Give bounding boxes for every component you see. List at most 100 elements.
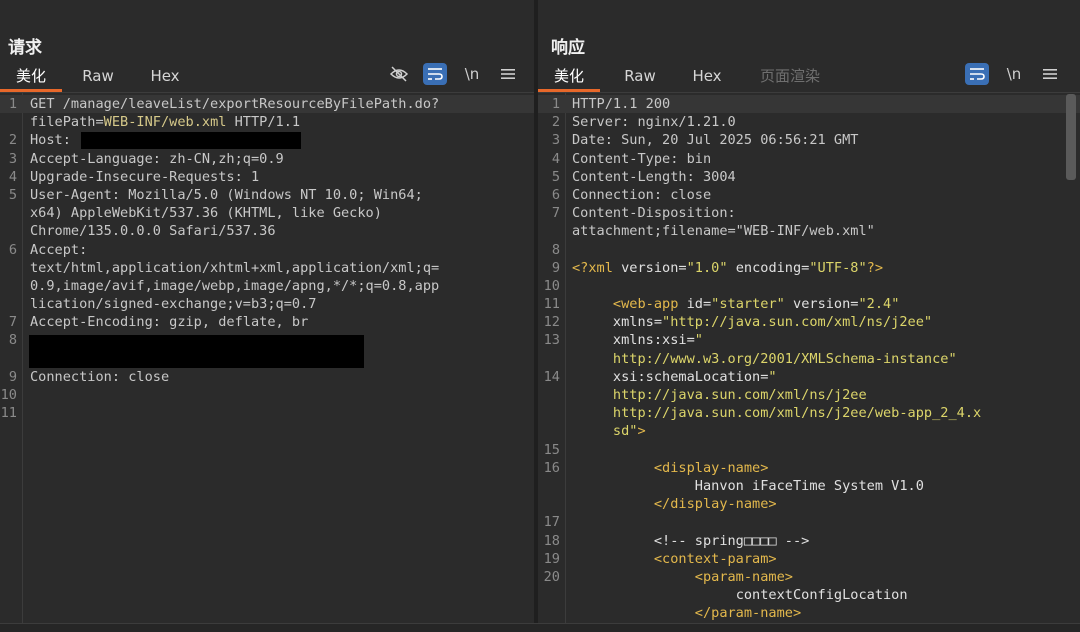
line-text: Accept-Language: zh-CN,zh;q=0.9 — [30, 150, 284, 167]
line-number: 20 — [543, 568, 560, 585]
hamburger-icon[interactable] — [496, 63, 520, 85]
code-line: attachment;filename="WEB-INF/web.xml" — [538, 222, 1080, 240]
line-number: 6 — [8, 241, 17, 258]
tab-raw[interactable]: Raw — [70, 66, 126, 92]
token: </display-name> — [653, 496, 777, 513]
code-line: 11 — [0, 404, 534, 422]
wrap-icon[interactable] — [965, 63, 989, 85]
code-line: 19 <context-param> — [538, 550, 1080, 568]
tab-hex[interactable]: Hex — [680, 66, 734, 92]
tab-raw[interactable]: Raw — [612, 66, 668, 92]
line-number: 1 — [8, 96, 17, 112]
code-line: 7 Accept-Encoding: gzip, deflate, br — [0, 313, 534, 331]
line-text: Connection: close — [30, 368, 170, 385]
line-number: 6 — [551, 186, 560, 203]
token: filePath= — [30, 114, 104, 131]
line-number: 4 — [551, 150, 560, 167]
line-number: 1 — [551, 96, 560, 112]
code-line: 17 — [538, 513, 1080, 531]
response-lines: 1 HTTP/1.1 200 2 Server: nginx/1.21.0 3 Date:… — [538, 95, 1080, 622]
line-text: Accept: — [30, 241, 88, 258]
request-pane: 请求 美化 Raw Hex \n 1 GET /manage/leaveList/… — [0, 0, 534, 632]
token: </param-name> — [694, 605, 802, 622]
response-editor[interactable]: 1 HTTP/1.1 200 2 Server: nginx/1.21.0 3 Date:… — [538, 93, 1080, 632]
line-text: Server: nginx/1.21.0 — [572, 114, 736, 131]
line-number: 8 — [8, 332, 17, 349]
code-line: 12 xmlns="http://java.sun.com/xml/ns/j2e… — [538, 313, 1080, 331]
code-line: http://www.w3.org/2001/XMLSchema-instanc… — [538, 350, 1080, 368]
token: " — [694, 332, 703, 349]
code-line: 6 Connection: close — [538, 186, 1080, 204]
token: HTTP/1.1 — [226, 114, 301, 131]
redacted-host — [81, 132, 301, 149]
token: sd" — [612, 423, 638, 440]
line-text: text/html,application/xhtml+xml,applicat… — [30, 259, 440, 276]
tab-pretty[interactable]: 美化 — [0, 66, 62, 92]
eye-slash-icon[interactable] — [387, 63, 411, 85]
code-line: 3 Accept-Language: zh-CN,zh;q=0.9 — [0, 150, 534, 168]
response-title: 响应 — [551, 38, 585, 58]
line-text: http://www.w3.org/2001/XMLSchema-instanc… — [572, 350, 957, 368]
line-text: </param-name> — [572, 604, 801, 622]
line-text: Content-Length: 3004 — [572, 168, 736, 185]
line-text: Connection: close — [572, 186, 712, 203]
line-number: 17 — [543, 514, 560, 531]
redacted-header — [29, 335, 364, 368]
param-value: WEB-INF/web.xml — [103, 114, 227, 131]
line-number: 4 — [8, 168, 17, 185]
code-line: 4 Upgrade-Insecure-Requests: 1 — [0, 168, 534, 186]
status-bar — [0, 623, 1080, 632]
token: "http://java.sun.com/xml/ns/j2ee" — [662, 314, 933, 331]
token: <param-name> — [694, 568, 793, 585]
line-text: lication/signed-exchange;v=b3;q=0.7 — [30, 296, 317, 313]
line-text: filePath=WEB-INF/web.xml HTTP/1.1 — [30, 113, 300, 131]
line-text: User-Agent: Mozilla/5.0 (Windows NT 10.0… — [30, 186, 423, 203]
line-text: Content-Disposition: — [572, 205, 736, 222]
line-text: Accept-Encoding: gzip, deflate, br — [30, 314, 309, 331]
line-text: Content-Type: bin — [572, 150, 712, 167]
token: id= — [678, 296, 712, 313]
scrollbar[interactable] — [1066, 94, 1076, 180]
token: xmlns= — [612, 314, 663, 331]
request-title: 请求 — [8, 38, 42, 58]
line-text: </display-name> — [572, 495, 777, 513]
line-text: 0.9,image/avif,image/webp,image/apng,*/*… — [30, 277, 440, 294]
token: "2.4" — [858, 296, 900, 313]
line-number: 7 — [551, 205, 560, 222]
code-line: 18 <!-- spring□□□□ --> — [538, 532, 1080, 550]
response-tabs: 美化 Raw Hex 页面渲染 — [538, 62, 1080, 93]
tab-render[interactable]: 页面渲染 — [752, 66, 828, 92]
line-text: http://java.sun.com/xml/ns/j2ee/web-app_… — [572, 404, 981, 422]
line-text: <display-name> — [572, 459, 769, 477]
token: xsi:schemaLocation= — [612, 368, 769, 385]
line-text: http://java.sun.com/xml/ns/j2ee — [572, 386, 867, 404]
newline-icon[interactable]: \n — [1002, 63, 1026, 85]
request-editor[interactable]: 1 GET /manage/leaveList/exportResourceByF… — [0, 93, 534, 632]
token: Hanvon iFaceTime System V1.0 — [694, 477, 924, 494]
line-number: 15 — [543, 441, 560, 458]
code-line: 7 Content-Disposition: — [538, 204, 1080, 222]
code-line: 5 User-Agent: Mozilla/5.0 (Windows NT 10.… — [0, 186, 534, 204]
wrap-icon[interactable] — [423, 63, 447, 85]
newline-icon[interactable]: \n — [460, 63, 484, 85]
line-text: GET /manage/leaveList/exportResourceByFi… — [30, 96, 440, 112]
code-line: text/html,application/xhtml+xml,applicat… — [0, 259, 534, 277]
line-number: 2 — [551, 114, 560, 131]
line-text: <context-param> — [572, 550, 777, 568]
line-text: sd"> — [572, 422, 646, 440]
hamburger-icon[interactable] — [1038, 63, 1062, 85]
code-line: sd"> — [538, 422, 1080, 440]
line-text: xmlns:xsi=" — [572, 331, 703, 349]
code-line: contextConfigLocation — [538, 586, 1080, 604]
line-text: <web-app id="starter" version="2.4" — [572, 295, 900, 313]
code-line: 16 <display-name> — [538, 459, 1080, 477]
token: http://java.sun.com/xml/ns/j2ee — [612, 387, 867, 403]
token: <context-param> — [653, 550, 777, 567]
line-number: 5 — [8, 186, 17, 203]
tab-pretty[interactable]: 美化 — [538, 66, 600, 92]
code-line: http://java.sun.com/xml/ns/j2ee/web-app_… — [538, 404, 1080, 422]
tab-hex[interactable]: Hex — [138, 66, 192, 92]
token: http://java.sun.com/xml/ns/j2ee/web-app_… — [612, 405, 982, 422]
line-number: 3 — [551, 132, 560, 149]
code-line: 1 HTTP/1.1 200 — [538, 95, 1080, 114]
